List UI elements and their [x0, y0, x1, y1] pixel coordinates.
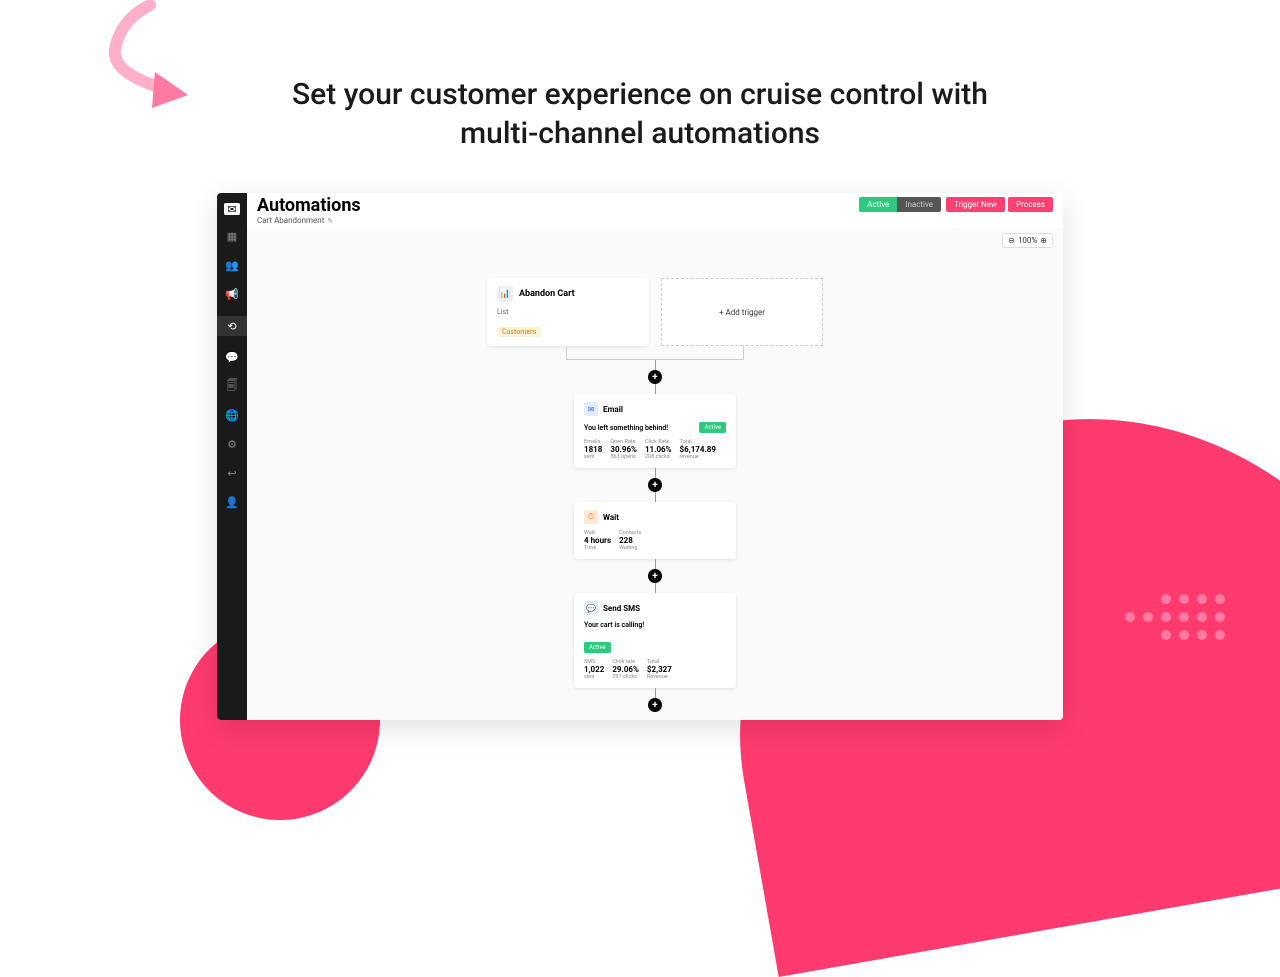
- add-step-button[interactable]: +: [648, 370, 662, 384]
- email-step-title: Email: [603, 405, 623, 414]
- edit-icon[interactable]: ✎: [327, 217, 333, 225]
- email-step-card[interactable]: ✉ Email You left something behind! Activ…: [574, 394, 736, 468]
- logout-icon[interactable]: ↩: [225, 466, 240, 481]
- wait-icon: ⏱: [584, 510, 598, 524]
- trigger-tag: Customers: [497, 327, 541, 337]
- decorative-dots: [1125, 594, 1225, 640]
- connector: [566, 346, 744, 360]
- status-badge: Active: [699, 422, 726, 433]
- wait-step-card[interactable]: ⏱ Wait Wait4 hoursTime Contacts228Waitin…: [574, 502, 736, 559]
- user-icon[interactable]: 👤: [225, 495, 240, 510]
- sidebar: ✉ ▦ 👥 📢 ⟲ 💬 🗐 🌐 ⚙ ↩ 👤: [217, 193, 247, 720]
- connector-line: [655, 360, 656, 370]
- chat-icon[interactable]: 💬: [225, 350, 240, 365]
- automation-canvas[interactable]: 📊 Abandon Cart List Customers + Add trig…: [247, 228, 1063, 720]
- connector-line: [655, 468, 656, 478]
- page-title: Automations: [257, 197, 361, 215]
- dashboard-icon[interactable]: ▦: [225, 229, 240, 244]
- header: Automations Cart Abandonment ✎ Active In…: [247, 193, 1063, 228]
- pages-icon[interactable]: 🗐: [225, 379, 240, 394]
- connector-line: [655, 559, 656, 569]
- mail-icon[interactable]: ✉: [224, 203, 240, 215]
- sms-step-card[interactable]: 💬 Send SMS Your cart is calling! Active …: [574, 593, 736, 688]
- active-button[interactable]: Active: [859, 197, 897, 212]
- decorative-arrow: [60, 0, 210, 115]
- breadcrumb[interactable]: Cart Abandonment ✎: [257, 216, 361, 225]
- connector-line: [655, 583, 656, 593]
- connector-line: [655, 688, 656, 698]
- breadcrumb-text: Cart Abandonment: [257, 216, 324, 225]
- trigger-title: Abandon Cart: [519, 289, 575, 299]
- page-headline: Set your customer experience on cruise c…: [290, 75, 990, 153]
- process-button[interactable]: Process: [1008, 197, 1053, 212]
- campaign-icon[interactable]: 📢: [225, 287, 240, 302]
- app-window: ✉ ▦ 👥 📢 ⟲ 💬 🗐 🌐 ⚙ ↩ 👤 Automations Cart A…: [217, 193, 1063, 720]
- main-content: Automations Cart Abandonment ✎ Active In…: [247, 193, 1063, 720]
- sms-icon: 💬: [584, 601, 598, 615]
- email-subject: You left something behind!: [584, 424, 668, 432]
- sms-step-title: Send SMS: [603, 604, 640, 613]
- add-step-button[interactable]: +: [648, 478, 662, 492]
- trigger-new-button[interactable]: Trigger New: [946, 197, 1005, 212]
- email-icon: ✉: [584, 402, 598, 416]
- connector-line: [655, 384, 656, 394]
- add-step-button[interactable]: +: [648, 569, 662, 583]
- connector-line: [655, 492, 656, 502]
- status-badge: Active: [584, 642, 611, 653]
- cart-icon: 📊: [497, 286, 513, 302]
- add-trigger-button[interactable]: + Add trigger: [661, 278, 823, 346]
- settings-icon[interactable]: ⚙: [225, 437, 240, 452]
- add-step-button[interactable]: +: [648, 698, 662, 712]
- trigger-card[interactable]: 📊 Abandon Cart List Customers: [487, 278, 649, 346]
- wait-step-title: Wait: [603, 513, 619, 522]
- sms-subject: Your cart is calling!: [584, 621, 726, 629]
- inactive-button[interactable]: Inactive: [897, 197, 941, 212]
- users-icon[interactable]: 👥: [225, 258, 240, 273]
- trigger-sub-label: List: [497, 308, 639, 316]
- globe-icon[interactable]: 🌐: [225, 408, 240, 423]
- automation-icon[interactable]: ⟲: [217, 316, 247, 336]
